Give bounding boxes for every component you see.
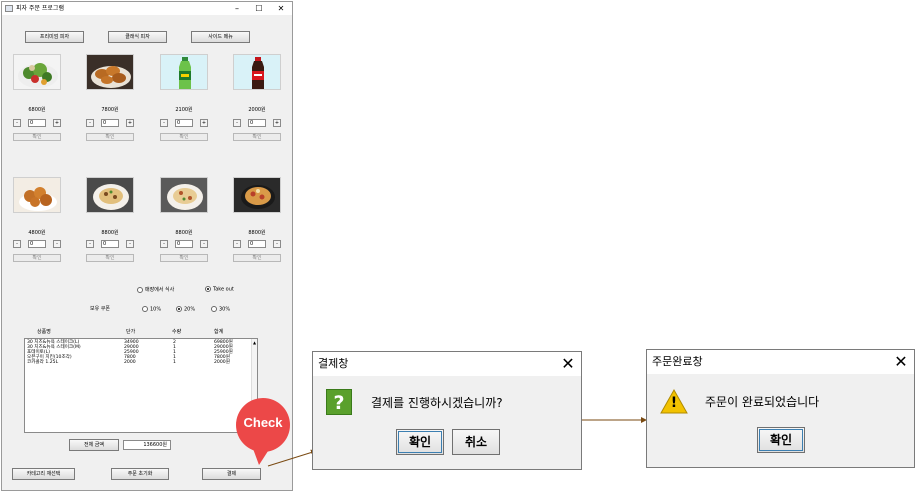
payment-confirm-button[interactable]: 확인 (396, 429, 444, 455)
order-complete-message: 주문이 완료되었습니다 (705, 395, 820, 409)
arrow-to-confirm (267, 449, 317, 467)
question-icon: ? (326, 389, 352, 415)
payment-dialog-title: 결제창 (313, 352, 581, 376)
payment-dialog-message: 결제를 진행하시겠습니까? (371, 396, 503, 410)
payment-dialog: 결제창 ✕ ? 결제를 진행하시겠습니까? 확인 취소 (312, 351, 582, 470)
payment-dialog-close-icon[interactable]: ✕ (556, 352, 580, 376)
payment-cancel-button[interactable]: 취소 (452, 429, 500, 455)
order-complete-close-icon[interactable]: ✕ (889, 350, 913, 374)
order-complete-ok-button[interactable]: 확인 (757, 427, 805, 453)
warning-icon-glyph: ! (670, 395, 678, 411)
order-complete-dialog: 주문완료창 ✕ ! 주문이 완료되었습니다 확인 (646, 349, 915, 468)
order-complete-dialog-title: 주문완료창 (647, 350, 914, 374)
